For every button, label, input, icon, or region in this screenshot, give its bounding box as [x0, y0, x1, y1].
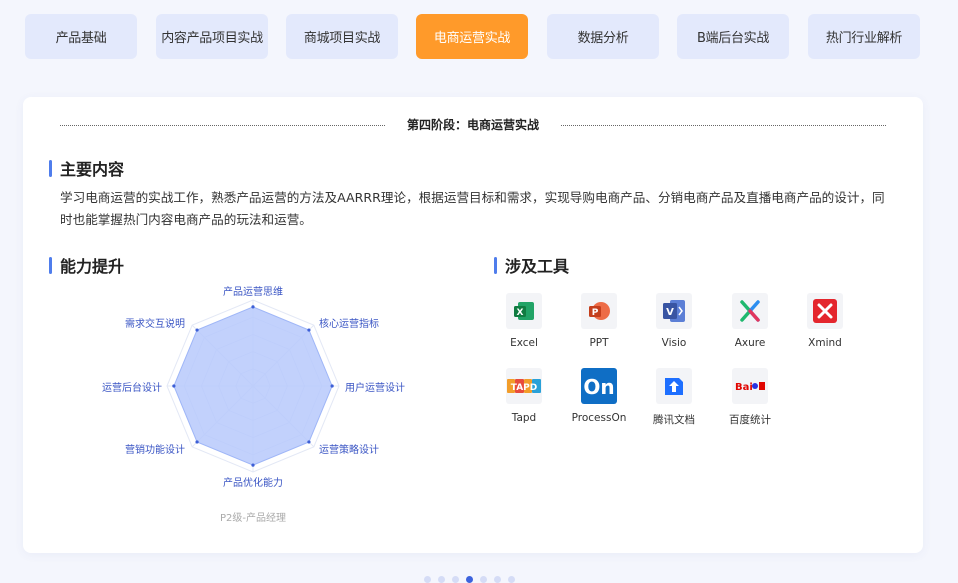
tool-axure: Axure	[715, 293, 785, 349]
tool-tencent-docs: 腾讯文档	[639, 368, 709, 427]
svg-text:Bai: Bai	[735, 382, 753, 393]
ability-title: 能力提升	[60, 257, 125, 276]
svg-text:On: On	[583, 375, 614, 399]
tab-ecommerce-operations[interactable]: 电商运营实战	[416, 14, 528, 59]
heading-accent-bar	[49, 159, 52, 177]
tool-label-tapd: Tapd	[511, 412, 537, 424]
main-content-text: 学习电商运营的实战工作，熟悉产品运营的方法及AARRR理论，根据运营目标和需求，…	[60, 190, 885, 227]
tool-label-xmind: Xmind	[808, 337, 842, 349]
tab-b-end-backend[interactable]: B端后台实战	[677, 14, 789, 59]
tab-mall-project[interactable]: 商城项目实战	[286, 14, 398, 59]
axure-icon	[732, 293, 768, 329]
tool-visio: V Visio	[639, 293, 709, 349]
tool-label-visio: Visio	[661, 337, 687, 349]
axis-label-core-ops-metrics: 核心运营指标	[319, 317, 379, 330]
heading-accent-bar	[494, 256, 497, 274]
baidu-tongji-icon: Bai	[732, 368, 768, 404]
tool-ppt: P PPT	[564, 293, 634, 349]
pagination-dot[interactable]	[438, 576, 445, 583]
axis-label-product-ops-thinking: 产品运营思维	[223, 285, 283, 298]
tools-title: 涉及工具	[505, 257, 570, 276]
carousel-pagination	[424, 576, 515, 583]
tool-baidu-tongji: Bai 百度统计	[715, 368, 785, 427]
ability-radar-chart: 产品运营思维 核心运营指标 用户运营设计 运营策略设计 产品优化能力 营销功能设…	[102, 285, 405, 489]
radar-point	[251, 305, 255, 309]
level-label: P2级-产品经理	[219, 513, 286, 524]
powerpoint-icon: P	[581, 293, 617, 329]
processon-icon: On	[581, 368, 617, 404]
course-stage-tabs: 产品基础 内容产品项目实战 商城项目实战 电商运营实战 数据分析 B端后台实战 …	[25, 14, 921, 59]
tab-industry-analysis[interactable]: 热门行业解析	[808, 14, 920, 59]
pagination-dot[interactable]	[452, 576, 459, 583]
tab-content-product-project[interactable]: 内容产品项目实战	[156, 14, 268, 59]
ability-heading: 能力提升	[49, 253, 124, 277]
visio-icon: V	[656, 293, 692, 329]
tool-xmind: Xmind	[790, 293, 860, 349]
svg-text:TAPD: TAPD	[511, 383, 537, 393]
tencent-docs-icon	[656, 368, 692, 404]
pagination-dot[interactable]	[508, 576, 515, 583]
tab-product-basics[interactable]: 产品基础	[25, 14, 137, 59]
svg-text:P: P	[592, 308, 599, 318]
svg-text:V: V	[666, 307, 674, 318]
radar-point	[307, 328, 311, 332]
xmind-icon	[807, 293, 843, 329]
radar-point	[195, 440, 199, 444]
main-content-title: 主要内容	[60, 160, 125, 179]
tool-label-baidu-tongji: 百度统计	[729, 414, 771, 426]
radar-point	[251, 463, 255, 467]
axis-label-marketing-feature-design: 营销功能设计	[125, 443, 185, 456]
tools-heading: 涉及工具	[494, 253, 569, 277]
axis-label-ops-strategy-design: 运营策略设计	[319, 443, 379, 456]
pagination-dot[interactable]	[480, 576, 487, 583]
svg-text:X: X	[517, 308, 524, 318]
heading-accent-bar	[49, 256, 52, 274]
radar-point	[195, 328, 199, 332]
tool-label-tencent-docs: 腾讯文档	[653, 414, 695, 426]
tool-tapd: TAPD Tapd	[489, 368, 559, 424]
pagination-dot-active[interactable]	[466, 576, 473, 583]
tool-label-excel: Excel	[510, 337, 538, 349]
stage-title: 第四阶段：电商运营实战	[406, 118, 539, 132]
pagination-dot[interactable]	[424, 576, 431, 583]
axis-label-product-optimization: 产品优化能力	[223, 476, 283, 489]
radar-point	[307, 440, 311, 444]
excel-icon: X	[506, 293, 542, 329]
tool-excel: X Excel	[489, 293, 559, 349]
radar-point	[172, 384, 176, 388]
main-content-heading: 主要内容	[49, 156, 124, 180]
axis-label-requirement-interaction: 需求交互说明	[125, 317, 185, 330]
tab-data-analysis[interactable]: 数据分析	[547, 14, 659, 59]
axis-label-ops-backend-design: 运营后台设计	[102, 381, 162, 394]
pagination-dot[interactable]	[494, 576, 501, 583]
axis-label-user-ops-design: 用户运营设计	[345, 381, 405, 394]
tool-label-ppt: PPT	[589, 337, 609, 349]
tool-label-processon: ProcessOn	[571, 412, 627, 424]
tool-label-axure: Axure	[734, 337, 766, 349]
tool-processon: On ProcessOn	[564, 368, 634, 424]
tapd-icon: TAPD	[506, 368, 542, 404]
stage-detail-card: 第四阶段：电商运营实战 主要内容 学习电商运营的实战工作，熟悉产品运营的方法及A…	[23, 97, 923, 553]
radar-point	[330, 384, 334, 388]
